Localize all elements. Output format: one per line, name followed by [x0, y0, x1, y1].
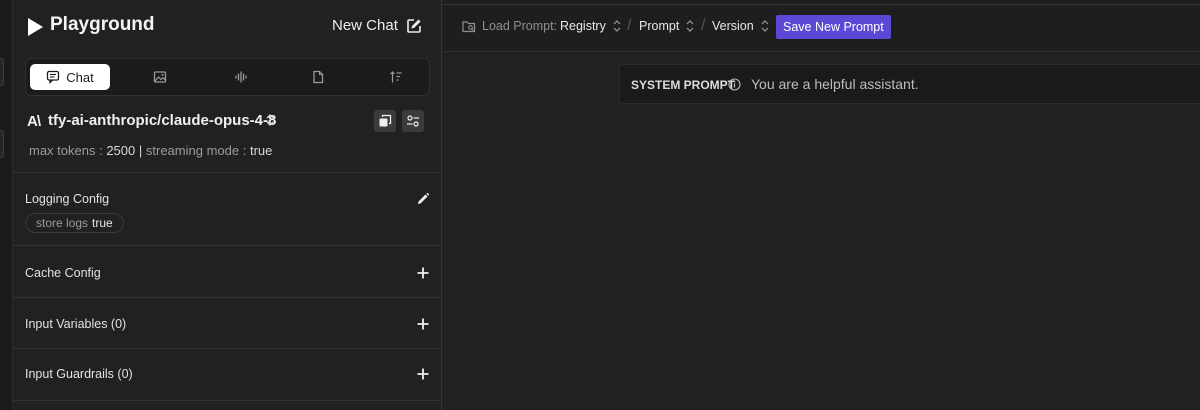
app-title: Playground: [50, 14, 155, 35]
input-variables-section[interactable]: Input Variables (0): [13, 297, 442, 347]
edge-notch[interactable]: [0, 130, 4, 158]
input-variables-title: Input Variables (0): [25, 317, 127, 331]
mode-tabs: Chat: [25, 58, 430, 96]
image-icon: [153, 71, 167, 83]
store-logs-value: true: [92, 216, 113, 230]
model-name: tfy-ai-anthropic/claude-opus-4-8: [48, 112, 277, 129]
tab-sort[interactable]: [356, 64, 436, 90]
pencil-icon[interactable]: [416, 192, 430, 206]
folder-search-icon: [462, 20, 476, 32]
sidebar-header: Playground New Chat: [13, 0, 442, 52]
copy-icon: [379, 114, 392, 127]
chevron-updown-icon: [613, 20, 621, 32]
edge-notch[interactable]: [0, 58, 4, 86]
plus-icon[interactable]: [416, 317, 430, 331]
cache-config-section[interactable]: Cache Config: [13, 245, 442, 296]
next-section-edge: [13, 400, 442, 410]
audio-wave-icon: [235, 71, 247, 83]
model-meta: max tokens : 2500 | streaming mode : tru…: [29, 143, 272, 158]
tab-image[interactable]: [120, 64, 200, 90]
chevron-updown-icon[interactable]: [264, 111, 276, 129]
max-tokens-value: 2500: [106, 143, 136, 158]
store-logs-label: store logs: [36, 216, 89, 230]
chat-area: SYSTEM PROMPT You are a helpful assistan…: [443, 53, 1200, 410]
playground-app: Playground New Chat Chat A\ tfy-ai-anthr…: [0, 0, 1200, 410]
tab-document[interactable]: [278, 64, 358, 90]
breadcrumb-separator: /: [701, 17, 706, 34]
system-prompt-label: SYSTEM PROMPT: [631, 78, 736, 92]
chat-icon: [47, 70, 60, 84]
cache-config-title: Cache Config: [25, 266, 101, 280]
prompt-value: Prompt: [639, 19, 680, 33]
prompt-select[interactable]: Prompt: [639, 19, 695, 33]
logging-config-section: Logging Config: [13, 172, 442, 244]
save-new-prompt-button[interactable]: Save New Prompt: [776, 15, 891, 39]
plus-icon[interactable]: [416, 266, 430, 280]
anthropic-logo-icon: A\: [27, 113, 41, 130]
model-selector[interactable]: A\ tfy-ai-anthropic/claude-opus-4-8: [13, 108, 442, 134]
chevron-updown-icon: [761, 20, 769, 32]
version-select[interactable]: Version: [712, 19, 770, 33]
meta-separator: |: [138, 143, 143, 158]
chevron-updown-icon: [686, 20, 694, 32]
version-value: Version: [712, 19, 754, 33]
load-prompt-label: Load Prompt:: [482, 19, 558, 33]
tab-chat-label: Chat: [66, 69, 94, 85]
document-icon: [313, 70, 324, 84]
plus-icon[interactable]: [416, 367, 430, 381]
copy-model-button[interactable]: [374, 110, 396, 132]
streaming-label: streaming mode :: [145, 143, 247, 158]
play-logo-icon: [28, 18, 43, 36]
sliders-icon: [407, 115, 419, 127]
info-icon[interactable]: [728, 78, 741, 91]
model-settings-button[interactable]: [402, 110, 424, 132]
prompt-toolbar: Load Prompt: Registry / Prompt / Version…: [443, 0, 1200, 52]
tab-chat[interactable]: Chat: [30, 64, 110, 90]
system-prompt-text[interactable]: You are a helpful assistant.: [751, 76, 919, 92]
logging-config-title: Logging Config: [25, 192, 110, 206]
store-logs-chip: store logs true: [25, 213, 124, 233]
sidebar: Playground New Chat Chat A\ tfy-ai-anthr…: [13, 0, 442, 410]
streaming-value: true: [249, 143, 273, 158]
sort-icon: [390, 71, 402, 83]
registry-select[interactable]: Registry: [560, 19, 622, 33]
registry-value: Registry: [560, 19, 606, 33]
max-tokens-label: max tokens :: [29, 143, 103, 158]
input-guardrails-title: Input Guardrails (0): [25, 367, 133, 381]
tab-audio[interactable]: [201, 64, 281, 90]
new-chat-label: New Chat: [332, 17, 398, 34]
left-edge-strip: [0, 0, 13, 410]
new-chat-button[interactable]: New Chat: [332, 17, 422, 34]
edit-square-icon: [407, 18, 421, 33]
breadcrumb-separator: /: [627, 17, 632, 34]
top-rule: [443, 4, 1200, 5]
load-prompt: Load Prompt:: [462, 19, 557, 33]
system-prompt-box[interactable]: SYSTEM PROMPT You are a helpful assistan…: [619, 64, 1200, 104]
